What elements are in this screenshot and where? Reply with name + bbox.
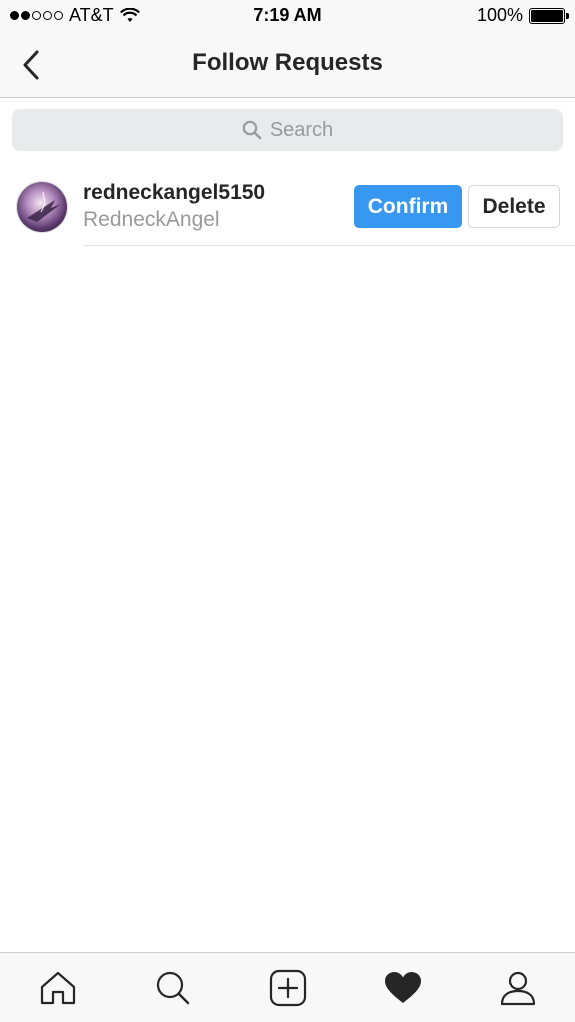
delete-button[interactable]: Delete [468,185,560,228]
search-icon [156,971,189,1004]
add-post-icon [269,969,306,1006]
confirm-button[interactable]: Confirm [354,185,462,228]
search-section: Search [0,99,575,161]
search-input[interactable]: Search [12,109,563,151]
tab-activity[interactable] [373,958,433,1018]
tab-profile[interactable] [488,958,548,1018]
profile-icon [500,971,535,1005]
home-icon [40,971,75,1004]
list-item: redneckangel5150 RedneckAngel Confirm De… [0,166,575,246]
avatar[interactable] [16,181,68,233]
request-full-name: RedneckAngel [83,208,220,231]
tab-search[interactable] [143,958,203,1018]
status-right: 100% [476,5,569,26]
tab-add-post[interactable] [258,958,318,1018]
battery-percent: 100% [476,5,523,25]
navigation-bar: Follow Requests [0,32,575,98]
request-username[interactable]: redneckangel5150 [83,181,265,205]
status-bar: AT&T 7:19 AM 100% [0,0,575,32]
follow-requests-screen: AT&T 7:19 AM 100% Follow Requests Search… [0,0,575,1022]
heart-icon [384,971,421,1003]
row-divider [83,245,575,246]
tab-home[interactable] [28,958,88,1018]
page-title: Follow Requests [192,49,383,76]
battery-icon [529,7,569,24]
search-placeholder: Search [269,118,334,141]
tab-bar [0,952,575,1022]
search-icon [242,120,262,140]
